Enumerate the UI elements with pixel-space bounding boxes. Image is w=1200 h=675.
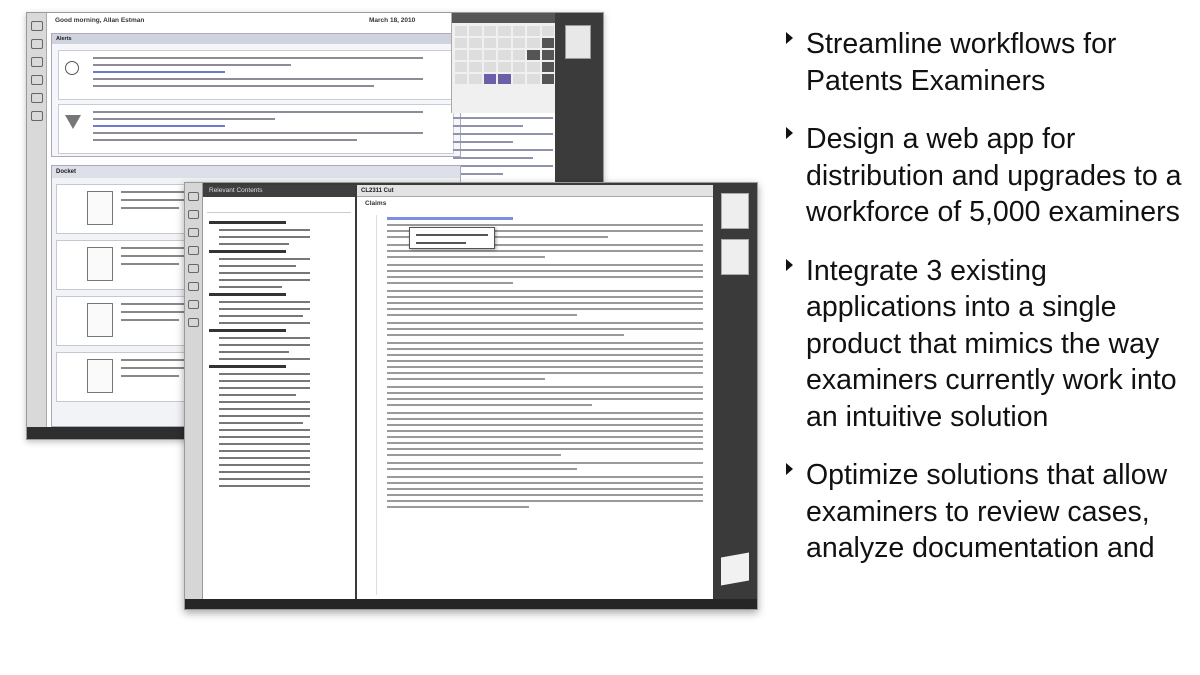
filter-row[interactable] xyxy=(207,201,351,213)
date-text: March 18, 2010 xyxy=(369,17,416,24)
document-thumbnail xyxy=(565,25,591,59)
vertical-toolbar xyxy=(185,183,203,609)
document-thumbnail[interactable] xyxy=(721,193,749,229)
claims-viewer-screenshot: Relevant Contents CL2311 Cut Claims xyxy=(184,182,758,610)
cube-icon xyxy=(721,552,749,586)
line-number-gutter xyxy=(363,215,377,595)
document-thumbnail[interactable] xyxy=(721,239,749,275)
claim-paragraph xyxy=(387,476,703,508)
claim-paragraph xyxy=(387,290,703,316)
tool-icon xyxy=(30,57,43,67)
tool-icon xyxy=(188,282,199,291)
alerts-panel: Alerts xyxy=(51,33,461,157)
tool-icon xyxy=(30,93,43,103)
panel-title: Relevant Contents xyxy=(203,185,355,197)
status-bar xyxy=(185,599,757,609)
tool-icon xyxy=(30,21,43,31)
greeting-text: Good morning, Allan Estman xyxy=(55,17,145,24)
tool-icon xyxy=(30,39,43,49)
claims-header: Claims xyxy=(365,200,387,207)
alert-card xyxy=(58,104,454,154)
triangle-bullet-icon xyxy=(786,127,793,139)
side-list xyxy=(453,117,553,181)
bullet-item: Integrate 3 existing applications into a… xyxy=(786,253,1186,436)
claim-paragraph xyxy=(387,386,703,406)
tool-icon xyxy=(30,111,43,121)
tool-icon xyxy=(188,264,199,273)
claim-paragraph xyxy=(387,264,703,284)
rejection-tooltip xyxy=(409,227,495,249)
calendar-widget xyxy=(451,13,557,113)
right-rail xyxy=(713,183,757,609)
bullet-item: Optimize solutions that allow examiners … xyxy=(786,457,1186,567)
tool-icon xyxy=(188,210,199,219)
bullet-text: Integrate 3 existing applications into a… xyxy=(806,254,1177,433)
alert-funnel-icon xyxy=(65,115,81,137)
document-tree xyxy=(203,217,355,496)
tool-icon xyxy=(188,300,199,309)
tab-claims[interactable]: CL2311 Cut xyxy=(357,185,713,197)
tool-icon xyxy=(30,75,43,85)
bullet-item: Streamline workflows for Patents Examine… xyxy=(786,26,1186,99)
bullet-text: Streamline workflows for Patents Examine… xyxy=(806,28,1117,97)
bullet-item: Design a web app for distribution and up… xyxy=(786,121,1186,231)
claim-paragraph xyxy=(387,342,703,380)
claim-paragraph xyxy=(387,322,703,336)
claim-paragraph xyxy=(387,462,703,470)
triangle-bullet-icon xyxy=(786,32,793,44)
relevant-contents-panel: Relevant Contents xyxy=(203,185,355,601)
tool-icon xyxy=(188,192,199,201)
triangle-bullet-icon xyxy=(786,463,793,475)
alert-bulb-icon xyxy=(65,61,79,75)
alert-card xyxy=(58,50,454,100)
tool-icon xyxy=(188,246,199,255)
tool-icon xyxy=(188,228,199,237)
tool-icon xyxy=(188,318,199,327)
bullet-text: Optimize solutions that allow examiners … xyxy=(806,459,1168,564)
claims-panel: CL2311 Cut Claims xyxy=(357,185,713,601)
claim-paragraph xyxy=(387,412,703,456)
alerts-header: Alerts xyxy=(52,34,460,44)
vertical-toolbar xyxy=(27,13,47,439)
bullet-text: Design a web app for distribution and up… xyxy=(806,123,1182,228)
docket-header: Docket xyxy=(52,166,460,178)
bullet-list: Streamline workflows for Patents Examine… xyxy=(786,26,1186,589)
triangle-bullet-icon xyxy=(786,258,793,271)
